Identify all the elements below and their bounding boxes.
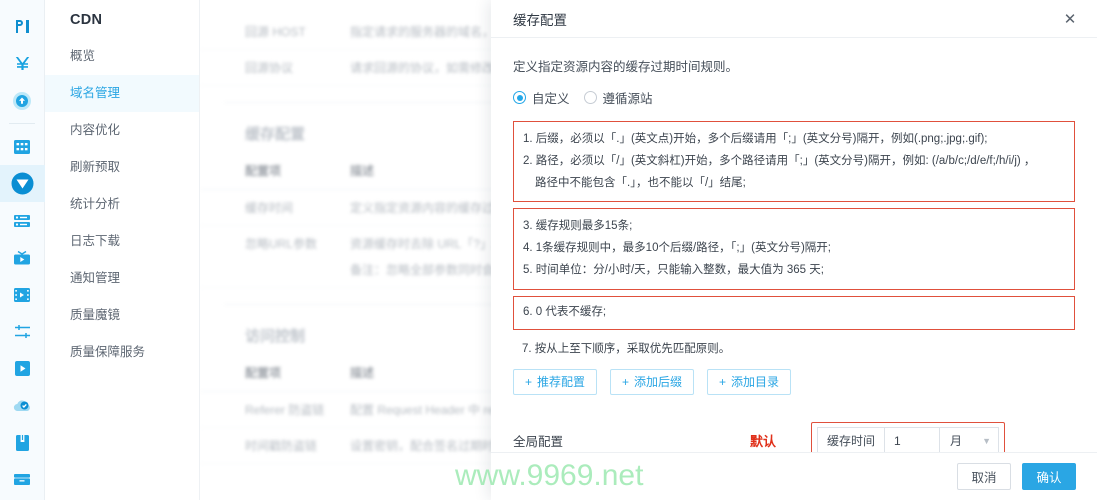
radio-dot-icon [513, 91, 526, 104]
yuan-currency-icon[interactable] [0, 45, 45, 82]
rule-item-7: 7. 按从上至下顺序，采取优先匹配原则。 [522, 342, 731, 355]
sidebar-item-log-download[interactable]: 日志下载 [45, 223, 199, 260]
sidebar-item-overview[interactable]: 概览 [45, 38, 199, 75]
sidebar-item-quality-assurance[interactable]: 质量保障服务 [45, 334, 199, 371]
server-stack-icon[interactable] [0, 202, 45, 239]
logo-icon[interactable] [0, 8, 45, 45]
rule-item-continuation: 路径中不能包含「.」，也不能以「/」结尾; [535, 176, 746, 189]
plus-icon: + [718, 374, 726, 389]
video-on-demand-icon[interactable] [0, 276, 45, 313]
cloud-storage-icon[interactable] [0, 387, 45, 424]
add-directory-label: 添加目录 [731, 375, 780, 390]
bg-config-item: 回源协议 [245, 61, 294, 75]
modal-header: 缓存配置 ✕ [491, 0, 1097, 38]
cache-time-unit-select[interactable]: 月 ▼ [940, 427, 999, 452]
radio-custom-label: 自定义 [532, 92, 570, 106]
rule-item: 5. 时间单位：分/小时/天，只能输入整数，最大值为 365 天; [523, 264, 824, 277]
modal-title: 缓存配置 [513, 12, 567, 28]
bg-config-item: 缓存时间 [245, 201, 294, 215]
close-icon[interactable]: ✕ [1059, 8, 1081, 30]
sidebar-item-content-optimization[interactable]: 内容优化 [45, 112, 199, 149]
media-player-icon[interactable] [0, 350, 45, 387]
cache-mode-radio-group: 自定义 遵循源站 [513, 88, 1075, 107]
default-badge: 默认 [750, 434, 777, 450]
cache-time-label: 缓存时间 [818, 427, 886, 452]
modal-description: 定义指定资源内容的缓存过期时间规则。 [513, 60, 739, 74]
sidebar-item-statistics[interactable]: 统计分析 [45, 186, 199, 223]
cache-time-unit-value: 月 [950, 434, 963, 449]
add-suffix-button[interactable]: + 添加后缀 [610, 368, 694, 395]
rule-item: 1. 后缀，必须以「.」(英文点)开始，多个后缀请用「;」(英文分号)隔开，例如… [523, 133, 988, 145]
sidebar-item-refresh-prefetch[interactable]: 刷新预取 [45, 149, 199, 186]
rules-highlight-box-1: 1. 后缀，必须以「.」(英文点)开始，多个后缀请用「;」(英文分号)隔开，例如… [513, 121, 1075, 203]
rail-divider [9, 123, 35, 124]
radio-dot-icon [583, 91, 597, 104]
recommended-config-label: 推荐配置 [537, 375, 586, 390]
rules-highlight-box-2: 3. 缓存规则最多15条; 4. 1条缓存规则中，最多10个后缀/路径，「;」(… [513, 208, 1075, 290]
bg-config-item: 忽略URL参数 [245, 237, 318, 251]
archive-box-icon[interactable] [0, 461, 45, 498]
radio-follow-origin-label: 遵循源站 [602, 92, 653, 106]
cdn-sidebar: CDN 概览 域名管理 内容优化 刷新预取 统计分析 日志下载 通知管理 质量魔… [45, 0, 200, 500]
settings-sliders-icon[interactable] [0, 313, 45, 350]
grid-apps-icon[interactable] [0, 128, 45, 165]
sidebar-item-domain-management[interactable]: 域名管理 [45, 75, 199, 112]
cancel-button[interactable]: 取消 [957, 463, 1011, 490]
bg-col-item: 配置项 [245, 164, 282, 178]
rule-item: 6. 0 代表不缓存; [523, 305, 607, 318]
cache-config-modal: 缓存配置 ✕ 定义指定资源内容的缓存过期时间规则。 自定义 遵循源站 1. 后缀… [491, 0, 1097, 500]
live-video-icon[interactable] [0, 239, 45, 276]
cache-time-control: 缓存时间 1 月 ▼ [817, 426, 1000, 452]
sidebar-title: CDN [70, 12, 103, 28]
radio-custom[interactable]: 自定义 [513, 88, 570, 107]
bg-config-item: 时间戳防盗链 [245, 439, 318, 453]
cache-time-highlight-box: 缓存时间 1 月 ▼ [811, 421, 1006, 452]
product-icon-rail [0, 0, 45, 500]
application-window: CDN 概览 域名管理 内容优化 刷新预取 统计分析 日志下载 通知管理 质量魔… [0, 0, 1097, 500]
rules-highlight-box-3: 6. 0 代表不缓存; [513, 295, 1075, 330]
add-directory-button[interactable]: + 添加目录 [707, 368, 791, 395]
global-config-label: 全局配置 [513, 435, 564, 450]
bg-col-item: 配置项 [245, 366, 282, 380]
add-rule-button-row: + 推荐配置 + 添加后缀 + 添加目录 [513, 368, 1075, 395]
global-config-row: 全局配置 默认 缓存时间 1 月 ▼ [513, 421, 1075, 452]
add-suffix-label: 添加后缀 [634, 375, 683, 390]
document-icon[interactable] [0, 424, 45, 461]
sidebar-item-notification[interactable]: 通知管理 [45, 260, 199, 297]
rule-item: 3. 缓存规则最多15条; [523, 220, 633, 233]
radio-follow-origin[interactable]: 遵循源站 [583, 88, 653, 107]
chevron-down-icon: ▼ [982, 435, 992, 446]
cache-time-input[interactable]: 1 [885, 427, 941, 452]
rule-item: 4. 1条缓存规则中，最多10个后缀/路径，「;」(英文分号)隔开; [523, 242, 831, 255]
modal-body: 定义指定资源内容的缓存过期时间规则。 自定义 遵循源站 1. 后缀，必须以「.」… [491, 38, 1097, 452]
bg-config-item: 回源 HOST [245, 25, 306, 39]
upload-cloud-icon[interactable] [0, 82, 45, 119]
recommended-config-button[interactable]: + 推荐配置 [513, 368, 597, 395]
sidebar-item-quality-mirror[interactable]: 质量魔镜 [45, 297, 199, 334]
modal-footer: 取消 确认 [491, 452, 1097, 500]
confirm-button[interactable]: 确认 [1022, 463, 1076, 490]
plus-icon: + [621, 374, 629, 389]
cdn-shield-icon[interactable] [0, 165, 45, 202]
bg-config-item: Referer 防盗链 [245, 403, 325, 417]
rule-item: 2. 路径，必须以「/」(英文斜杠)开始，多个路径请用「;」(英文分号)隔开，例… [523, 154, 1036, 167]
plus-icon: + [524, 374, 532, 389]
